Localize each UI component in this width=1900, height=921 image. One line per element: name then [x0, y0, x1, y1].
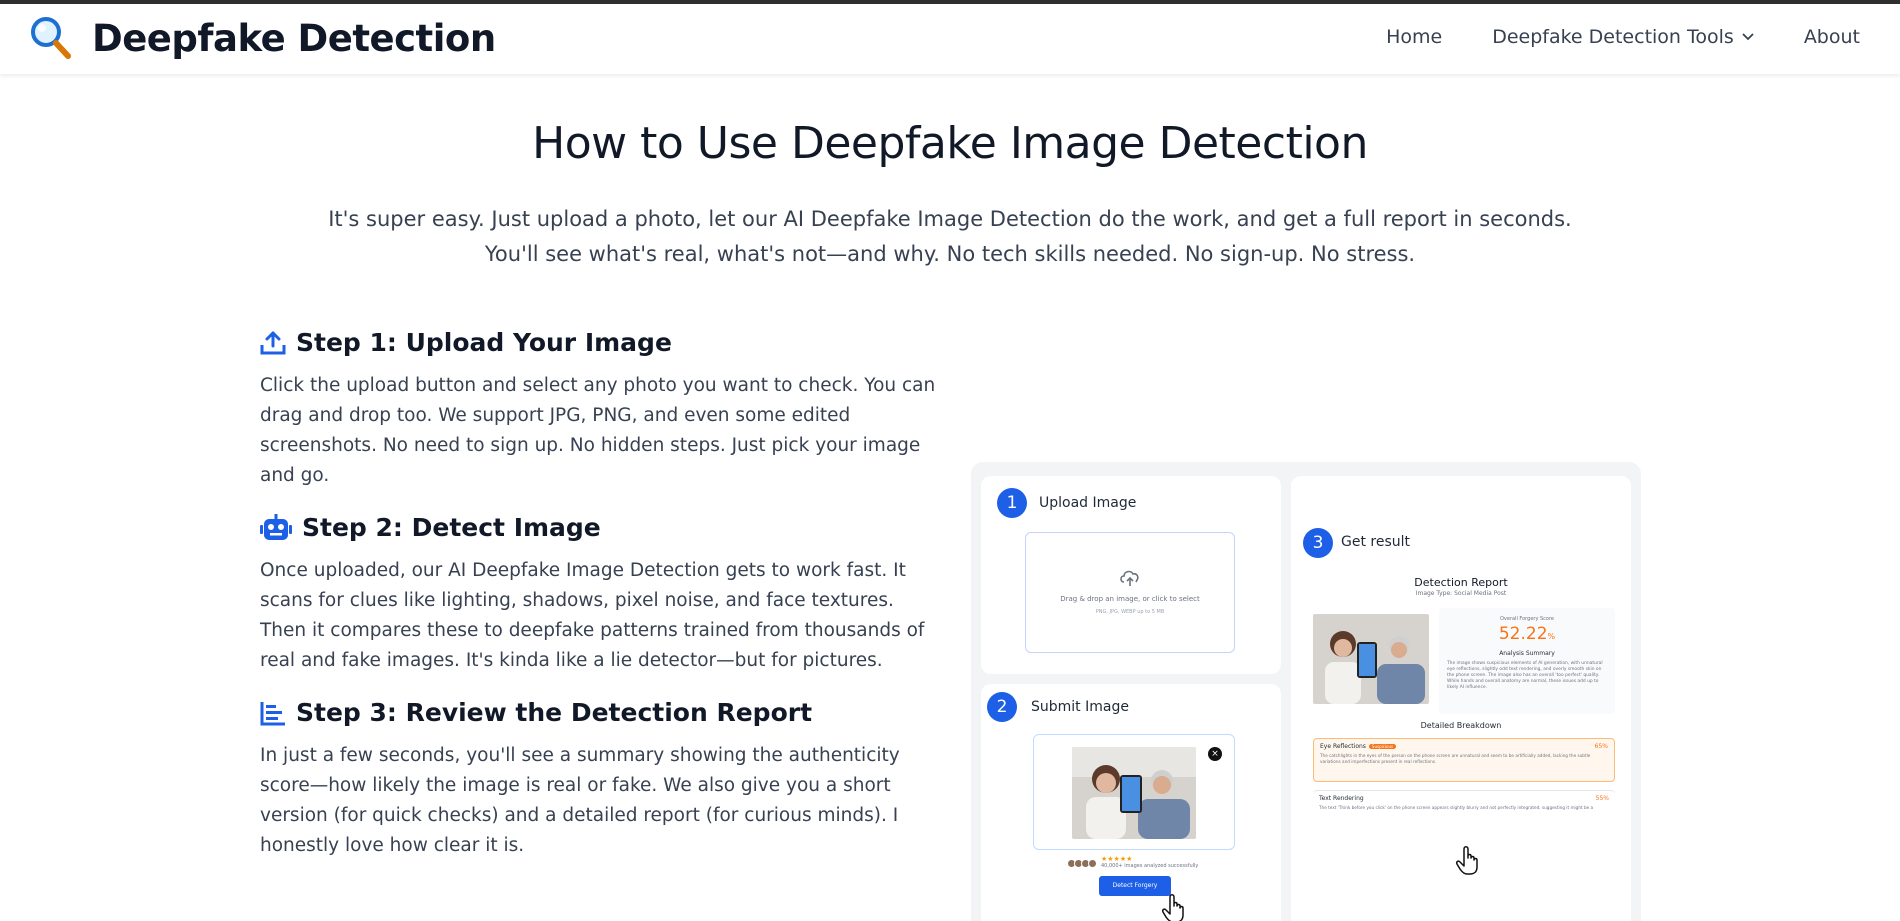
- breakdown-item-score: 65%: [1594, 743, 1608, 750]
- how-it-works-illustration: 1 Upload Image Drag & drop an image, or …: [971, 462, 1641, 921]
- step-2-title: Step 2: Detect Image: [302, 513, 601, 542]
- report-photo: [1313, 614, 1429, 704]
- submit-card-label: Submit Image: [1031, 699, 1129, 715]
- score-summary-box: Overall Forgery Score 52.22% Analysis Su…: [1439, 608, 1615, 714]
- result-card-label: Get result: [1341, 534, 1411, 550]
- rating-row: ★★★★★ 40,000+ images analyzed successful…: [1067, 856, 1198, 870]
- breakdown-item-name: Eye Reflections: [1320, 743, 1366, 750]
- hand-cursor-icon: [1456, 846, 1478, 875]
- breakdown-title: Detailed Breakdown: [1420, 721, 1502, 730]
- cloud-upload-icon: [1120, 570, 1139, 586]
- analysis-summary-text: The image shows suspicious elements of A…: [1447, 661, 1603, 690]
- main-nav: Home Deepfake Detection Tools About: [1336, 26, 1860, 48]
- magnifier-icon: [31, 17, 71, 59]
- rating-text-block: ★★★★★ 40,000+ images analyzed successful…: [1101, 856, 1198, 870]
- dropzone[interactable]: Drag & drop an image, or click to select…: [1025, 532, 1235, 653]
- score-caption: Overall Forgery Score: [1499, 616, 1555, 622]
- report-title: Detection Report: [1414, 576, 1508, 589]
- brand-title: Deepfake Detection: [92, 16, 496, 60]
- rating-stars: ★★★★★: [1101, 855, 1133, 863]
- upload-card-label: Upload Image: [1039, 495, 1137, 511]
- analysis-summary-title: Analysis Summary: [1499, 650, 1555, 657]
- chevron-down-icon: [1742, 33, 1754, 41]
- breakdown-item-score: 55%: [1595, 795, 1609, 802]
- step-1-title: Step 1: Upload Your Image: [296, 328, 672, 357]
- nav-tools-dropdown[interactable]: Deepfake Detection Tools: [1492, 26, 1754, 48]
- step-2-body: Once uploaded, our AI Deepfake Image Det…: [260, 560, 925, 671]
- preview-frame: ×: [1033, 734, 1235, 850]
- robot-icon: [260, 513, 292, 540]
- step-1-body: Click the upload button and select any p…: [260, 375, 936, 486]
- page-title: How to Use Deepfake Image Detection: [532, 118, 1368, 169]
- detect-forgery-button[interactable]: Detect Forgery: [1099, 876, 1171, 896]
- navbar: Deepfake Detection Home Deepfake Detecti…: [0, 4, 1900, 74]
- step-2-header: Step 2: Detect Image: [260, 513, 940, 542]
- suspicious-badge: Suspicious: [1368, 744, 1397, 749]
- breakdown-item-header: Eye Reflections Suspicious 65%: [1320, 743, 1608, 750]
- remove-image-button[interactable]: ×: [1208, 747, 1222, 761]
- steps-list: Step 1: Upload Your Image Click the uplo…: [260, 328, 940, 883]
- step-1-header: Step 1: Upload Your Image: [260, 328, 940, 357]
- result-card: 3 Get result Detection Report Image Type…: [1291, 476, 1631, 921]
- page-subtitle: It's super easy. Just upload a photo, le…: [328, 207, 1572, 266]
- step-3-header: Step 3: Review the Detection Report: [260, 698, 940, 727]
- breakdown-item-header: Text Rendering 55%: [1319, 795, 1609, 802]
- breakdown-item-name: Text Rendering: [1319, 795, 1364, 802]
- dropzone-text: Drag & drop an image, or click to select: [1060, 595, 1200, 603]
- user-avatars: [1067, 858, 1097, 868]
- step-number-badge: 2: [987, 692, 1017, 722]
- bar-chart-icon: [260, 701, 285, 725]
- step-3-title: Step 3: Review the Detection Report: [296, 698, 813, 727]
- breakdown-item-name-wrap: Eye Reflections Suspicious: [1320, 743, 1397, 750]
- submit-card: 2 Submit Image × ★★★★★ 40,000+ images an…: [981, 684, 1281, 921]
- breakdown-item: Text Rendering 55% The text 'Think befor…: [1313, 790, 1615, 824]
- forgery-score: 52.22%: [1439, 624, 1615, 644]
- upload-icon: [260, 331, 286, 354]
- step-3: Step 3: Review the Detection Report In j…: [260, 698, 940, 861]
- breakdown-item-text: The catchlights in the eyes of the perso…: [1320, 753, 1591, 764]
- report-subtitle: Image Type: Social Media Post: [1415, 590, 1507, 597]
- nav-about-link[interactable]: About: [1804, 26, 1860, 48]
- hand-cursor-icon: [1162, 894, 1184, 921]
- step-3-body: In just a few seconds, you'll see a summ…: [260, 745, 900, 856]
- step-1: Step 1: Upload Your Image Click the uplo…: [260, 328, 940, 491]
- family-photo-image: [1072, 747, 1196, 839]
- dropzone-hint: PNG, JPG, WEBP up to 5 MB: [1095, 609, 1165, 615]
- preview-photo: [1072, 747, 1196, 839]
- step-2: Step 2: Detect Image Once uploaded, our …: [260, 513, 940, 676]
- score-value: 52.22: [1498, 624, 1548, 644]
- family-photo-image: [1313, 614, 1429, 704]
- breakdown-item-text: The text 'Think before you click' on the…: [1319, 805, 1594, 810]
- step-number-badge: 1: [997, 488, 1027, 518]
- nav-home-link[interactable]: Home: [1386, 26, 1442, 48]
- step-number-badge: 3: [1303, 528, 1333, 558]
- nav-tools-label: Deepfake Detection Tools: [1492, 26, 1734, 48]
- brand[interactable]: Deepfake Detection: [30, 16, 496, 60]
- breakdown-item: Eye Reflections Suspicious 65% The catchl…: [1313, 738, 1615, 782]
- rating-caption: 40,000+ images analyzed successfully: [1101, 863, 1199, 869]
- score-unit: %: [1547, 632, 1556, 641]
- upload-card: 1 Upload Image Drag & drop an image, or …: [981, 476, 1281, 674]
